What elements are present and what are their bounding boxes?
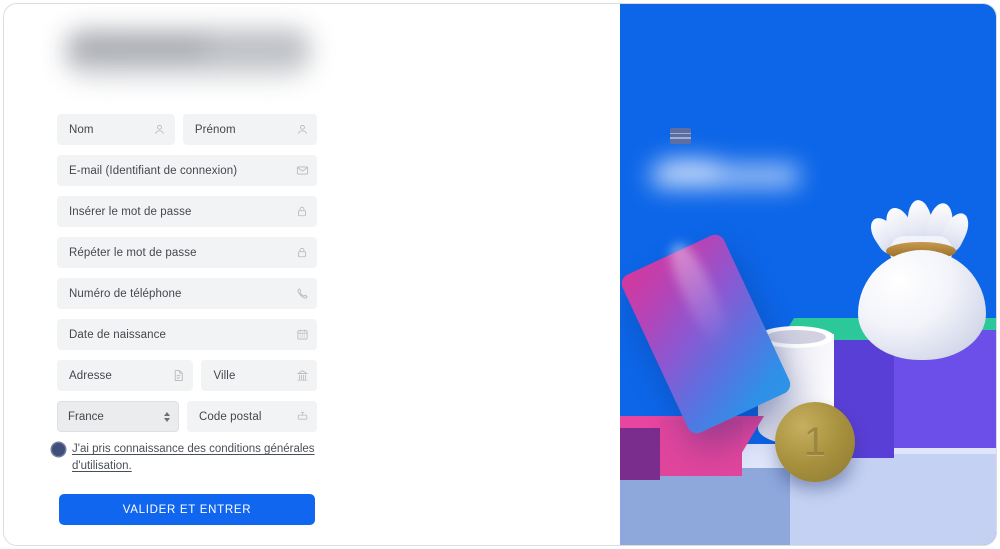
birthdate-field[interactable]: Date de naissance: [57, 319, 317, 350]
adresse-field[interactable]: Adresse: [57, 360, 194, 391]
money-bag-icon: [858, 250, 986, 360]
document-icon: [171, 369, 185, 383]
password-repeat-field[interactable]: Répéter le mot de passe: [57, 237, 317, 268]
illustration-pane: 1: [620, 4, 996, 545]
password-repeat-placeholder: Répéter le mot de passe: [69, 246, 197, 259]
prenom-placeholder: Prénom: [194, 123, 236, 136]
phone-icon: [295, 287, 309, 301]
lock-icon: [295, 205, 309, 219]
phone-placeholder: Numéro de téléphone: [69, 287, 182, 300]
nom-placeholder: Nom: [69, 123, 94, 136]
mailbox-icon: [295, 410, 309, 424]
user-icon: [295, 123, 309, 137]
cylinder-inner: [766, 330, 826, 344]
3d-illustration: 1: [620, 4, 996, 545]
card-chip-icon: [670, 128, 691, 144]
signup-window: Nom Prénom E-mail (Identifiant de connex…: [3, 3, 997, 546]
birthdate-placeholder: Date de naissance: [69, 328, 166, 341]
stepper-arrows-icon[interactable]: [164, 411, 170, 422]
terms-link[interactable]: J'ai pris connaissance des conditions gé…: [72, 441, 324, 475]
password-placeholder: Insérer le mot de passe: [69, 205, 192, 218]
password-repeat-row: Répéter le mot de passe: [57, 237, 317, 268]
name-row: Nom Prénom: [57, 114, 317, 145]
gold-coin-icon: 1: [775, 402, 855, 482]
email-row: E-mail (Identifiant de connexion): [57, 155, 317, 186]
adresse-placeholder: Adresse: [69, 369, 112, 382]
ville-placeholder: Ville: [213, 369, 236, 382]
lock-icon: [295, 246, 309, 260]
password-row: Insérer le mot de passe: [57, 196, 317, 227]
password-field[interactable]: Insérer le mot de passe: [57, 196, 317, 227]
submit-button[interactable]: VALIDER ET ENTRER: [59, 494, 315, 525]
country-postal-row: France Code postal: [57, 401, 317, 432]
building-icon: [295, 369, 309, 383]
terms-checkbox[interactable]: [52, 443, 65, 456]
calendar-icon: [295, 328, 309, 342]
phone-row: Numéro de téléphone: [57, 278, 317, 309]
birthdate-row: Date de naissance: [57, 319, 317, 350]
form-fields: Nom Prénom E-mail (Identifiant de connex…: [57, 114, 318, 442]
country-select-value: France: [68, 410, 104, 423]
codepostal-placeholder: Code postal: [199, 410, 262, 423]
codepostal-field[interactable]: Code postal: [187, 401, 317, 432]
country-select[interactable]: France: [57, 401, 179, 432]
ville-field[interactable]: Ville: [201, 360, 318, 391]
envelope-icon: [295, 164, 309, 178]
registration-form-pane: Nom Prénom E-mail (Identifiant de connex…: [4, 4, 620, 545]
coin-value: 1: [803, 419, 827, 464]
pink-box-left-face: [620, 428, 660, 480]
card-gloss: [662, 238, 735, 349]
phone-field[interactable]: Numéro de téléphone: [57, 278, 317, 309]
brand-logo-redacted: [56, 22, 326, 84]
email-placeholder: E-mail (Identifiant de connexion): [69, 164, 238, 177]
email-field[interactable]: E-mail (Identifiant de connexion): [57, 155, 317, 186]
nom-field[interactable]: Nom: [57, 114, 175, 145]
user-icon: [153, 123, 167, 137]
terms-row[interactable]: J'ai pris connaissance des conditions gé…: [52, 441, 324, 475]
address-row: Adresse Ville: [57, 360, 318, 391]
prenom-field[interactable]: Prénom: [182, 114, 317, 145]
